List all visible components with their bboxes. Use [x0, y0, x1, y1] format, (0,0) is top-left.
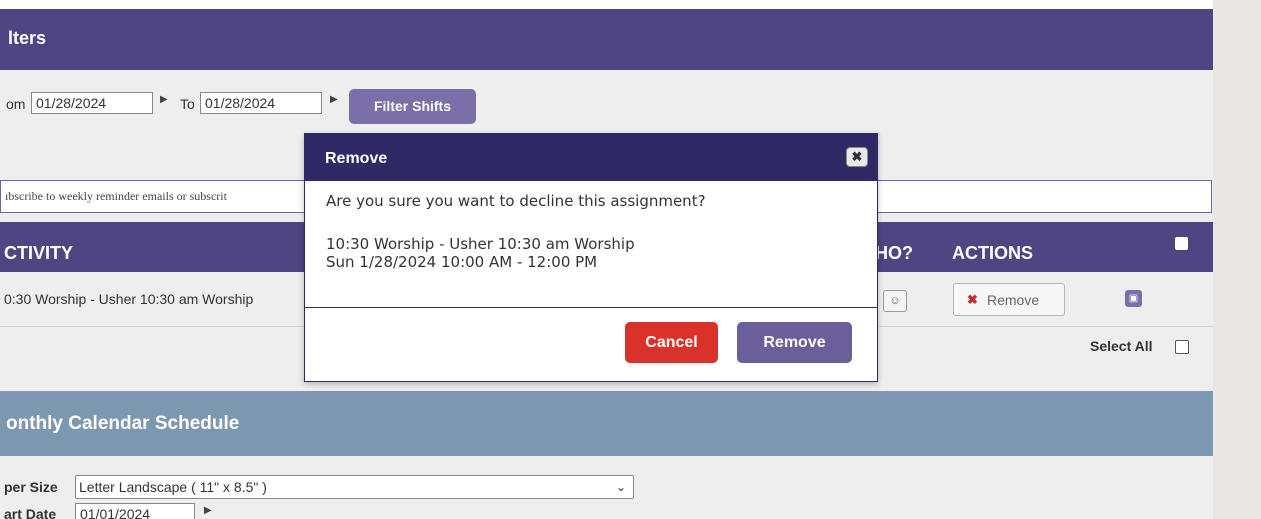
chevron-down-icon: ⌄	[615, 480, 626, 494]
row-remove-label: Remove	[987, 292, 1040, 308]
start-date-label: art Date	[4, 506, 57, 519]
start-date-flag-icon[interactable]: ▶	[204, 505, 212, 516]
dialog-body: Are you sure you want to decline this as…	[305, 181, 877, 307]
start-date-input[interactable]: 01/01/2024	[75, 503, 195, 519]
filters-title: lters	[8, 28, 47, 48]
monthly-calendar-title: onthly Calendar Schedule	[6, 413, 240, 434]
to-date-input[interactable]: 01/28/2024	[200, 92, 322, 114]
to-label: To	[180, 96, 195, 112]
person-icon[interactable]: ☺	[883, 290, 907, 312]
dialog-assignment-name: 10:30 Worship - Usher 10:30 am Worship	[326, 235, 635, 253]
monthly-calendar-header: onthly Calendar Schedule	[0, 391, 1213, 456]
dialog-divider	[305, 307, 877, 308]
header-select-checkbox[interactable]	[1175, 237, 1188, 250]
row-activity: 0:30 Worship - Usher 10:30 am Worship	[4, 291, 254, 307]
close-icon[interactable]: ✖	[846, 147, 868, 167]
column-activity: CTIVITY	[4, 243, 74, 263]
right-gutter	[1213, 0, 1261, 519]
select-all-checkbox[interactable]	[1175, 340, 1189, 354]
filter-shifts-button[interactable]: Filter Shifts	[349, 89, 476, 124]
column-actions: ACTIONS	[952, 243, 1033, 263]
paper-size-select[interactable]: Letter Landscape ( 11" x 8.5" ) ⌄	[75, 475, 634, 499]
row-remove-button[interactable]: ✖ Remove	[953, 283, 1065, 316]
from-label: om	[6, 96, 26, 112]
subscribe-text[interactable]: ıbscribe to weekly reminder emails or su…	[5, 189, 227, 204]
calendar-icon[interactable]: ▣	[1125, 290, 1142, 307]
dialog-title-bar: Remove ✖	[305, 134, 877, 181]
top-strip	[0, 0, 1213, 9]
dialog-question: Are you sure you want to decline this as…	[326, 192, 706, 210]
remove-button[interactable]: Remove	[737, 322, 852, 363]
from-date-flag-icon[interactable]: ▶	[160, 94, 168, 105]
cancel-button[interactable]: Cancel	[625, 322, 718, 363]
remove-dialog: Remove ✖ Are you sure you want to declin…	[304, 133, 878, 382]
close-icon: ✖	[967, 292, 978, 307]
paper-size-label: per Size	[4, 479, 58, 495]
paper-size-value: Letter Landscape ( 11" x 8.5" )	[79, 479, 267, 495]
select-all-label: Select All	[1090, 338, 1153, 354]
dialog-title: Remove	[325, 150, 388, 167]
to-date-flag-icon[interactable]: ▶	[330, 94, 338, 105]
dialog-assignment-time: Sun 1/28/2024 10:00 AM - 12:00 PM	[326, 253, 598, 271]
filters-header: lters	[0, 9, 1213, 70]
from-date-input[interactable]: 01/28/2024	[31, 92, 153, 114]
